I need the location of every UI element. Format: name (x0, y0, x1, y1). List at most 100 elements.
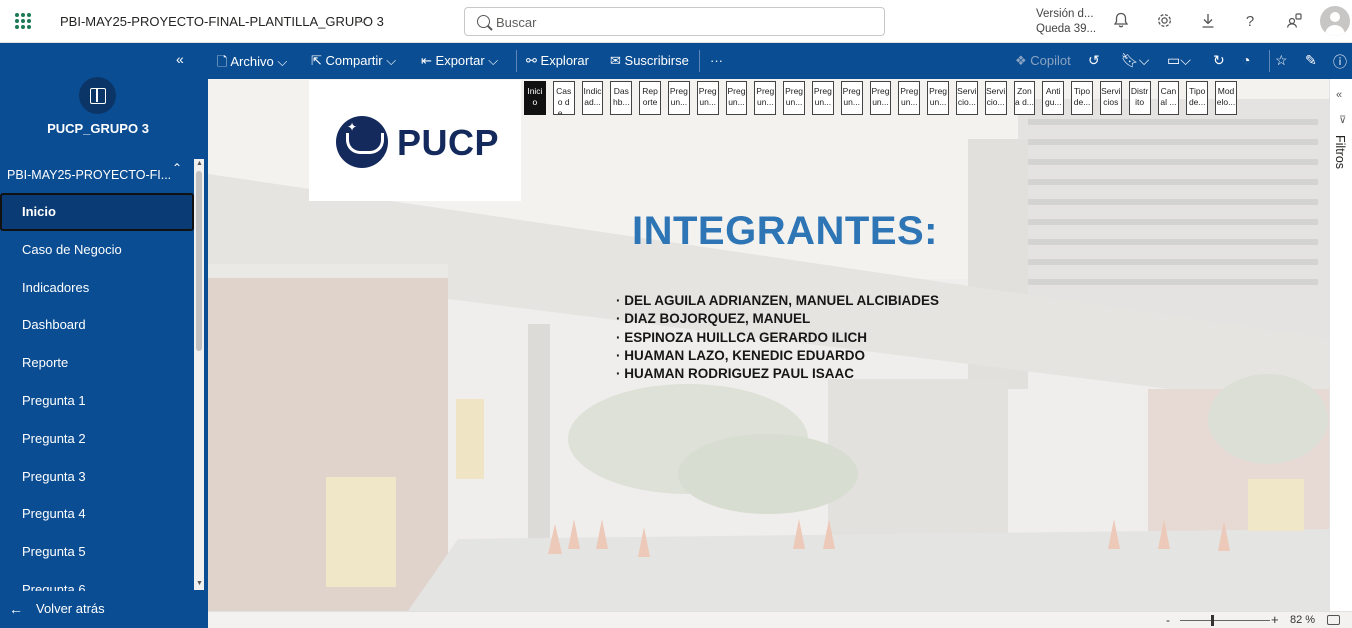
page-button[interactable]: Preg un... (696, 81, 719, 115)
toolbar-divider (516, 50, 517, 72)
page-button[interactable]: Mod elo... (1215, 81, 1237, 115)
nav-page-caso-de-negocio[interactable]: Caso de Negocio (0, 231, 194, 269)
report-nav-header[interactable]: PBI-MAY25-PROYECTO-FI... (0, 158, 196, 192)
search-icon (477, 15, 490, 28)
version-line-2: Queda 39... (1036, 23, 1097, 35)
page-button[interactable]: Caso de... (552, 81, 575, 115)
chevron-left-icon[interactable]: « (1336, 89, 1342, 101)
page-button[interactable]: Preg un... (811, 81, 834, 115)
page-button[interactable]: Das hb... (610, 81, 633, 115)
page-button[interactable]: Can al ... (1157, 81, 1180, 115)
download-icon[interactable] (1198, 12, 1218, 32)
nav-page-pregunta-3[interactable]: Pregunta 3 (0, 458, 194, 496)
members-list: · DEL AGUILA ADRIANZEN, MANUEL ALCIBIADE… (616, 292, 939, 383)
version-line-1: Versión d... (1036, 8, 1094, 20)
nav-page-reporte[interactable]: Reporte (0, 344, 194, 382)
more-options-button[interactable]: ··· (710, 53, 723, 68)
bookmark-icon[interactable]: 🔖︎⌵ (1121, 52, 1149, 69)
export-button[interactable]: ⇤ Exportar ⌵ (421, 53, 498, 69)
chevron-up-icon[interactable]: ⌃ (172, 161, 182, 175)
page-button[interactable]: Preg un... (783, 81, 805, 115)
collapse-nav-icon[interactable]: « (176, 51, 184, 67)
explore-label: Explorar (540, 53, 589, 68)
chevron-down-icon[interactable]: ⌵ (358, 12, 367, 27)
page-button[interactable]: Preg un... (869, 81, 892, 115)
share-icon: ⇱ (311, 53, 322, 68)
file-label: Archivo (230, 54, 274, 69)
nav-page-dashboard[interactable]: Dashboard (0, 306, 194, 344)
zoom-in-button[interactable]: + (1271, 612, 1279, 627)
scroll-down-icon[interactable]: ▼ (196, 580, 203, 587)
mail-icon: ✉ (610, 53, 621, 68)
favorite-star-icon[interactable]: ☆ (1275, 52, 1288, 69)
filter-icon: ⊽ (1339, 115, 1347, 126)
report-title[interactable]: PBI-MAY25-PROYECTO-FINAL-PLANTILLA_GRUPO… (60, 14, 384, 29)
nav-page-pregunta-6[interactable]: Pregunta 6 (0, 571, 194, 591)
nav-page-pregunta-1[interactable]: Pregunta 1 (0, 382, 194, 420)
page-button[interactable]: Zon a d... (1013, 81, 1036, 115)
explore-button[interactable]: ⚯ Explorar (526, 53, 589, 69)
left-navigation: « PUCP_GRUPO 3 PBI-MAY25-PROYECTO-FI... … (0, 43, 208, 628)
action-toolbar: 🗋 Archivo ⌵ ⇱ Compartir ⌵ ⇤ Exportar ⌵ ⚯… (208, 43, 1352, 79)
refresh-icon[interactable]: ↻ (1213, 52, 1225, 69)
subscribe-label: Suscribirse (624, 53, 689, 68)
copilot-label: Copilot (1030, 53, 1071, 68)
reset-icon[interactable]: ↺ (1088, 52, 1100, 69)
page-button-inicio[interactable]: Inici o (524, 81, 546, 115)
workspace-icon (79, 77, 116, 114)
export-label: Exportar (435, 53, 485, 68)
page-button[interactable]: Preg un... (898, 81, 921, 115)
member-item: · HUAMAN LAZO, KENEDIC EDUARDO (616, 347, 865, 363)
page-button[interactable]: Servi cio... (984, 81, 1007, 115)
gear-icon[interactable] (1154, 12, 1174, 32)
page-button[interactable]: Servi cio... (955, 81, 978, 115)
view-icon[interactable]: ▭⌵ (1167, 52, 1191, 69)
copilot-button[interactable]: ❖ Copilot (1015, 53, 1071, 69)
page-button[interactable]: Distr ito (1128, 81, 1151, 115)
nav-scrollbar[interactable]: ▲ ▼ (194, 159, 204, 590)
chevron-down-icon: ⌵ (488, 53, 499, 68)
help-icon[interactable]: ? (1240, 12, 1260, 32)
zoom-level[interactable]: 82 % (1290, 614, 1315, 626)
search-input[interactable]: Buscar (464, 7, 885, 36)
app-launcher-icon[interactable] (15, 13, 31, 29)
workspace-name: PUCP_GRUPO 3 (47, 121, 149, 136)
zoom-out-button[interactable]: - (1166, 613, 1170, 627)
bell-icon[interactable] (1111, 12, 1131, 32)
info-icon[interactable]: ⓘ (1333, 52, 1347, 72)
nav-page-pregunta-5[interactable]: Pregunta 5 (0, 533, 194, 571)
share-people-icon[interactable] (1284, 12, 1304, 32)
page-button[interactable]: Rep orte (639, 81, 661, 115)
nav-page-pregunta-4[interactable]: Pregunta 4 (0, 495, 194, 533)
fit-to-page-icon[interactable] (1327, 615, 1340, 625)
page-button[interactable]: Preg un... (840, 81, 863, 115)
scroll-up-icon[interactable]: ▲ (196, 160, 203, 167)
file-menu-button[interactable]: 🗋 Archivo ⌵ (217, 53, 287, 75)
page-button[interactable]: Preg un... (725, 81, 748, 115)
version-info[interactable]: Versión d... Queda 39... (1036, 7, 1096, 37)
page-button[interactable]: Anti gu... (1042, 81, 1065, 115)
share-button[interactable]: ⇱ Compartir ⌵ (311, 53, 396, 69)
scrollbar-thumb[interactable] (196, 171, 202, 351)
subscribe-button[interactable]: ✉ Suscribirse (610, 53, 689, 69)
page-button[interactable]: Servi cios (1099, 81, 1122, 115)
zoom-slider[interactable] (1180, 620, 1270, 621)
page-button[interactable]: Preg un... (754, 81, 777, 115)
back-button[interactable]: ← Volver atrás (0, 593, 208, 628)
nav-page-indicadores[interactable]: Indicadores (0, 269, 194, 307)
avatar[interactable] (1320, 6, 1350, 36)
filter-pane[interactable]: « ⊽ Filtros (1329, 79, 1352, 611)
page-navigator: Inici o Caso de... Indic ad... Das hb...… (524, 81, 1244, 115)
nav-page-pregunta-2[interactable]: Pregunta 2 (0, 420, 194, 458)
comment-icon[interactable]: ◔ (1242, 52, 1250, 68)
zoom-slider-thumb[interactable] (1211, 615, 1214, 626)
page-button[interactable]: Preg un... (667, 81, 690, 115)
page-button[interactable]: Tipo de... (1071, 81, 1093, 115)
nav-page-inicio[interactable]: Inicio (0, 193, 194, 231)
page-button[interactable]: Indic ad... (581, 81, 604, 115)
edit-pencil-icon[interactable]: ✎ (1305, 52, 1317, 69)
page-list: Inicio Caso de Negocio Indicadores Dashb… (0, 193, 194, 591)
page-button[interactable]: Tipo de... (1186, 81, 1209, 115)
arrow-left-icon: ← (9, 601, 23, 617)
page-button[interactable]: Preg un... (927, 81, 949, 115)
